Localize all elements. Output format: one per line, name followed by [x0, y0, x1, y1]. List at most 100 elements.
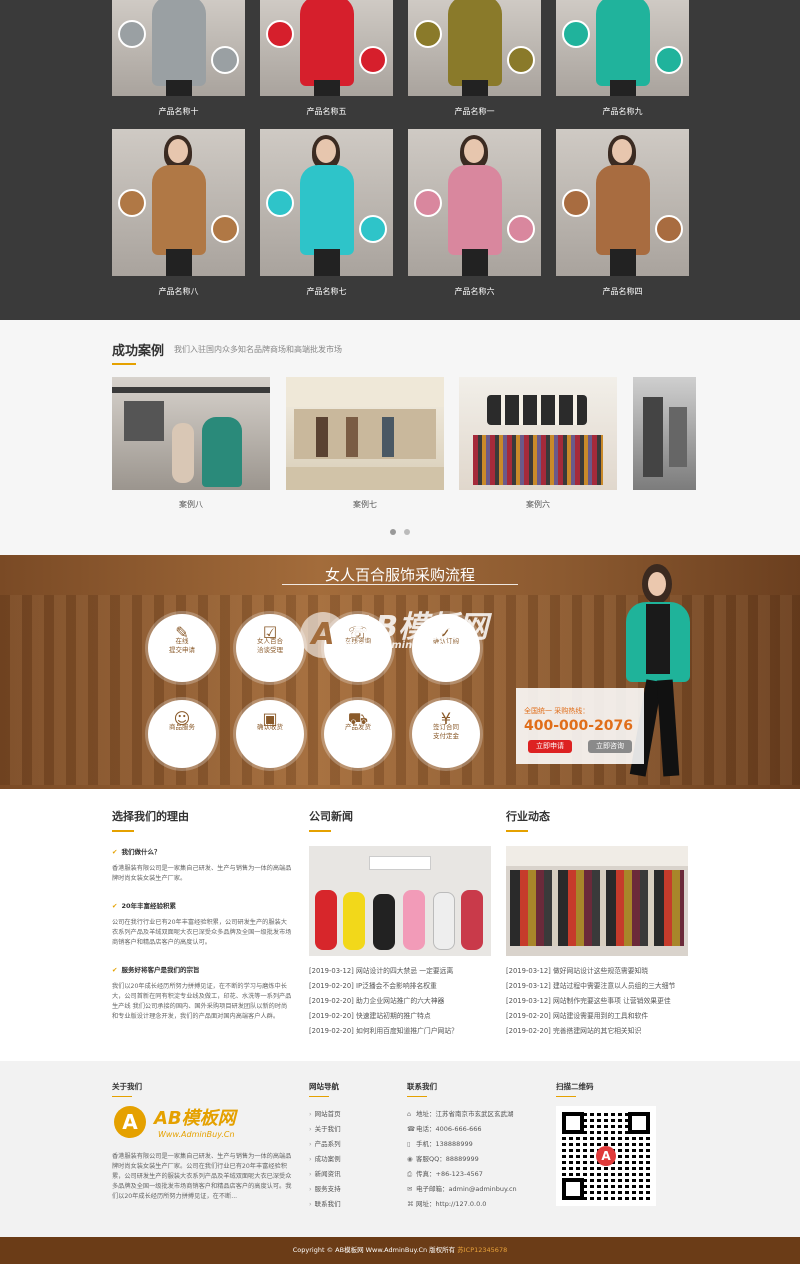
- watermark-a-icon: A: [300, 612, 346, 658]
- hotline-caption: 全国统一 采购热线：: [524, 707, 590, 715]
- carousel-dot-active[interactable]: [390, 529, 396, 535]
- qq-icon: ◉: [407, 1155, 413, 1163]
- step-service: ☺ 商品服务: [148, 700, 216, 768]
- product-card[interactable]: 产品名称八: [112, 129, 245, 302]
- product-image: [408, 129, 541, 276]
- logo-a-icon: A: [114, 1106, 146, 1138]
- step-negotiation: ☑ 女人百合 洽谈受理: [236, 614, 304, 682]
- product-name: 产品名称十: [158, 107, 199, 116]
- step-contract: ¥ 签订合同 支付定金: [412, 700, 480, 768]
- reason-text: 我们以20年成长经历所努力拼搏见证，在不断的学习与磨炼中长大，公司首新在同有积淀…: [112, 983, 292, 1020]
- watermark-logo: AB模板网 Www.AdminBuy.Cn A: [300, 596, 520, 666]
- industry-image[interactable]: [506, 846, 688, 956]
- industry-item[interactable]: [2019-02-20] 完善搭建网站的其它相关知识: [506, 1024, 641, 1039]
- globe-icon: ⌘: [407, 1200, 414, 1208]
- process-title: 女人百合服饰采购流程: [324, 566, 475, 584]
- step-label: 洽谈受理: [257, 646, 283, 654]
- step-label: 提交申请: [169, 646, 195, 654]
- case-image: [633, 377, 696, 490]
- product-card[interactable]: 产品名称五: [260, 0, 393, 122]
- logo-url: Www.AdminBuy.Cn: [158, 1130, 235, 1139]
- case-label: 案例六: [526, 500, 550, 509]
- footer-about-text: 香港服装有限公司是一家集自己研发、生产与销售为一体的高端品牌时尚女装女装生产厂家…: [112, 1153, 292, 1200]
- case-card[interactable]: [633, 377, 696, 490]
- news-item[interactable]: [2019-02-20] 助力企业网站推广的六大神器: [309, 994, 444, 1009]
- case-card[interactable]: 案例六: [459, 377, 617, 520]
- product-image: [260, 129, 393, 276]
- product-card[interactable]: 产品名称七: [260, 129, 393, 302]
- industry-item[interactable]: [2019-03-12] 建站过程中需要注意以人员组的三大细节: [506, 979, 675, 994]
- hotline-phone: 400-000-2076: [524, 718, 634, 734]
- news-item[interactable]: [2019-02-20] 如何利用百度知道推广门户网站？: [309, 1024, 458, 1039]
- case-label: 案例七: [353, 500, 377, 509]
- cases-subtitle: 我们入驻国内众多知名品牌商场和高端批发市场: [174, 345, 342, 354]
- product-card[interactable]: 产品名称四: [556, 129, 689, 302]
- reason-heading: ✔ 服务好将客户是我们的宗旨: [112, 966, 200, 974]
- product-name: 产品名称九: [602, 107, 643, 116]
- step-online-apply: ✎ 在线 提交申请: [148, 614, 216, 682]
- person-icon: ☺: [173, 709, 191, 728]
- industry-item[interactable]: [2019-03-12] 做好网站设计这些规范需要知晓: [506, 964, 648, 979]
- product-card[interactable]: 产品名称六: [408, 129, 541, 302]
- footer-nav-link[interactable]: 成功案例: [309, 1153, 341, 1163]
- mobile-icon: ▯: [407, 1140, 411, 1148]
- mail-icon: ✉: [407, 1185, 413, 1193]
- reason-text: 公司在我行行业已有20年丰富经验积累，公司研发生产的服装大衣系列产品及羊绒双面呢…: [112, 919, 292, 946]
- copyright-bar: Copyright © AB模板网 Www.AdminBuy.Cn 版权所有 苏…: [0, 1237, 800, 1264]
- industry-item[interactable]: [2019-02-20] 网站建设需要用到的工具和软件: [506, 1009, 648, 1024]
- step-label: 支付定金: [433, 732, 459, 740]
- product-card[interactable]: 产品名称一: [408, 0, 541, 122]
- clipboard-icon: ☑: [262, 623, 278, 642]
- case-label: 案例八: [179, 500, 203, 509]
- process-title-underline: [282, 584, 518, 585]
- qr-code: A: [556, 1106, 656, 1206]
- reason-text: 香港服装有限公司是一家集自己研发、生产与销售为一体的高端品牌时尚女装女装生产厂家…: [112, 865, 292, 882]
- news-item[interactable]: [2019-02-20] 快速建站初期的推广特点: [309, 1009, 431, 1024]
- logo-text: AB模板网: [154, 1108, 236, 1129]
- footer-nav-link[interactable]: 产品系列: [309, 1138, 341, 1148]
- footer-qr-title: 扫描二维码: [556, 1082, 594, 1097]
- qr-logo-icon: A: [596, 1146, 616, 1166]
- footer-nav-link[interactable]: 网站首页: [309, 1108, 341, 1118]
- icp-link[interactable]: 苏ICP12345678: [457, 1246, 507, 1254]
- case-image: [286, 377, 444, 490]
- footer-nav-link[interactable]: 联系我们: [309, 1198, 341, 1208]
- footer-nav-link[interactable]: 新闻资讯: [309, 1168, 341, 1178]
- industry-item[interactable]: [2019-03-12] 网站制作完要这些事项 让营销效果更佳: [506, 994, 671, 1009]
- pencil-icon: ✎: [175, 623, 189, 642]
- product-name: 产品名称一: [454, 107, 495, 116]
- contact-phone: ☎电话：4006-666-666: [407, 1125, 482, 1133]
- news-item[interactable]: [2019-03-12] 网站设计的四大禁忌 一定要远离: [309, 964, 453, 979]
- news-item[interactable]: [2019-02-20] IP泛播会不会影响排名权重: [309, 979, 437, 994]
- product-card[interactable]: 产品名称十: [112, 0, 245, 122]
- product-image: [408, 0, 541, 96]
- hotline-box: 全国统一 采购热线： 400-000-2076 立即申请 立即咨询: [516, 688, 644, 764]
- footer-nav-link[interactable]: 服务支持: [309, 1183, 341, 1193]
- step-shipping: ⛟ 产品发货: [324, 700, 392, 768]
- box-icon: ▣: [262, 709, 278, 728]
- product-image: [556, 0, 689, 96]
- case-image: [112, 377, 270, 490]
- footer-logo: A AB模板网 Www.AdminBuy.Cn: [114, 1104, 274, 1144]
- contact-fax: ⎙ 传真：+86-123-4567: [407, 1170, 483, 1178]
- footer-nav-link[interactable]: 关于我们: [309, 1123, 341, 1133]
- step-label: 签订合同: [433, 723, 459, 731]
- case-card[interactable]: 案例八: [112, 377, 270, 520]
- news-title: 公司新闻: [309, 810, 353, 832]
- apply-button[interactable]: 立即申请: [528, 740, 572, 753]
- reason-heading: ✔ 我们做什么？: [112, 848, 161, 856]
- step-label: 女人百合: [257, 637, 283, 645]
- contact-address: ⌂ 地址：江苏省南京市玄武区玄武湖: [407, 1110, 514, 1118]
- contact-email: ✉ 电子邮箱：admin@adminbuy.cn: [407, 1185, 517, 1193]
- location-icon: ⌂: [407, 1110, 412, 1118]
- contact-mobile: ▯ 手机：138888999: [407, 1140, 473, 1148]
- phone-icon: ☎: [407, 1125, 416, 1133]
- case-card[interactable]: 案例七: [286, 377, 444, 520]
- check-icon: ✔: [112, 848, 118, 856]
- consult-button[interactable]: 立即咨询: [588, 740, 632, 753]
- product-image: [112, 0, 245, 96]
- carousel-dot[interactable]: [404, 529, 410, 535]
- news-image[interactable]: [309, 846, 491, 956]
- product-card[interactable]: 产品名称九: [556, 0, 689, 122]
- product-name: 产品名称五: [306, 107, 347, 116]
